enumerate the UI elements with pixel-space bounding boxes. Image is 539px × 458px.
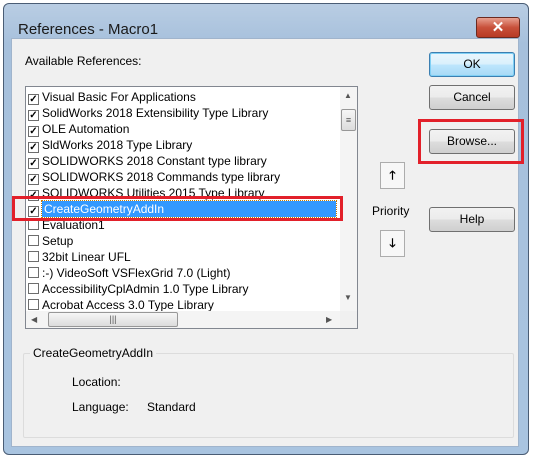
vertical-scroll-thumb[interactable]: ≡ <box>341 109 356 131</box>
reference-checkbox[interactable]: ✓ <box>28 126 39 137</box>
reference-label: SOLIDWORKS 2018 Constant type library <box>42 154 267 168</box>
reference-label: SldWorks 2018 Type Library <box>42 138 193 152</box>
reference-label: SolidWorks 2018 Extensibility Type Libra… <box>42 106 269 120</box>
scroll-down-icon[interactable]: ▼ <box>344 293 352 302</box>
reference-item[interactable]: ✓ SldWorks 2018 Type Library <box>28 137 338 153</box>
reference-checkbox[interactable] <box>28 251 39 262</box>
close-icon: ✕ <box>491 19 505 36</box>
reference-label: 32bit Linear UFL <box>42 250 131 264</box>
horizontal-scroll-thumb[interactable]: ||| <box>48 312 178 327</box>
reference-label: :-) VideoSoft VSFlexGrid 7.0 (Light) <box>42 266 231 280</box>
language-value: Standard <box>147 400 196 414</box>
scroll-right-icon[interactable]: ▶ <box>326 315 332 324</box>
reference-item[interactable]: :-) VideoSoft VSFlexGrid 7.0 (Light) <box>28 265 338 281</box>
browse-highlight <box>418 119 524 164</box>
reference-item[interactable]: 32bit Linear UFL <box>28 249 338 265</box>
reference-item[interactable]: ✓ SOLIDWORKS 2018 Constant type library <box>28 153 338 169</box>
location-label: Location: <box>72 375 121 389</box>
reference-label: Visual Basic For Applications <box>42 90 196 104</box>
dialog-title: References - Macro1 <box>18 21 159 38</box>
reference-details-group <box>23 353 514 438</box>
reference-checkbox[interactable] <box>28 283 39 294</box>
reference-checkbox[interactable] <box>28 299 39 310</box>
reference-item[interactable]: ✓ SolidWorks 2018 Extensibility Type Libr… <box>28 105 338 121</box>
priority-down-button[interactable]: 🡓 <box>380 230 405 257</box>
reference-item[interactable]: ✓ OLE Automation <box>28 121 338 137</box>
reference-checkbox[interactable] <box>28 267 39 278</box>
reference-checkbox[interactable]: ✓ <box>28 94 39 105</box>
selected-reference-highlight <box>12 196 343 221</box>
close-button[interactable]: ✕ <box>476 17 520 38</box>
reference-label: SOLIDWORKS 2018 Commands type library <box>42 170 281 184</box>
scroll-up-icon[interactable]: ▲ <box>344 91 352 100</box>
reference-label: OLE Automation <box>42 122 130 136</box>
details-title: CreateGeometryAddIn <box>30 346 157 360</box>
reference-label: AccessibilityCplAdmin 1.0 Type Library <box>42 282 249 296</box>
reference-checkbox[interactable] <box>28 235 39 246</box>
reference-label: Acrobat Access 3.0 Type Library <box>42 298 214 312</box>
reference-item[interactable]: ✓ SOLIDWORKS 2018 Commands type library <box>28 169 338 185</box>
reference-checkbox[interactable]: ✓ <box>28 158 39 169</box>
priority-up-button[interactable]: 🡑 <box>380 162 405 189</box>
reference-item[interactable]: Setup <box>28 233 338 249</box>
language-label: Language: <box>72 400 129 414</box>
scrollbar-corner <box>340 311 357 328</box>
ok-button[interactable]: OK <box>429 52 515 77</box>
reference-checkbox[interactable]: ✓ <box>28 174 39 185</box>
arrow-up-icon: 🡑 <box>389 168 396 182</box>
cancel-button[interactable]: Cancel <box>429 85 515 110</box>
arrow-down-icon: 🡓 <box>389 236 396 250</box>
scroll-left-icon[interactable]: ◀ <box>31 315 37 324</box>
reference-item[interactable]: ✓ Visual Basic For Applications <box>28 89 338 105</box>
reference-label: Setup <box>42 234 74 248</box>
horizontal-scrollbar[interactable]: ◀ ||| ▶ <box>26 311 340 328</box>
available-references-label: Available References: <box>25 54 142 68</box>
reference-checkbox[interactable]: ✓ <box>28 110 39 121</box>
priority-label: Priority <box>372 204 410 218</box>
reference-item[interactable]: AccessibilityCplAdmin 1.0 Type Library <box>28 281 338 297</box>
reference-checkbox[interactable]: ✓ <box>28 142 39 153</box>
help-button[interactable]: Help <box>429 207 515 232</box>
